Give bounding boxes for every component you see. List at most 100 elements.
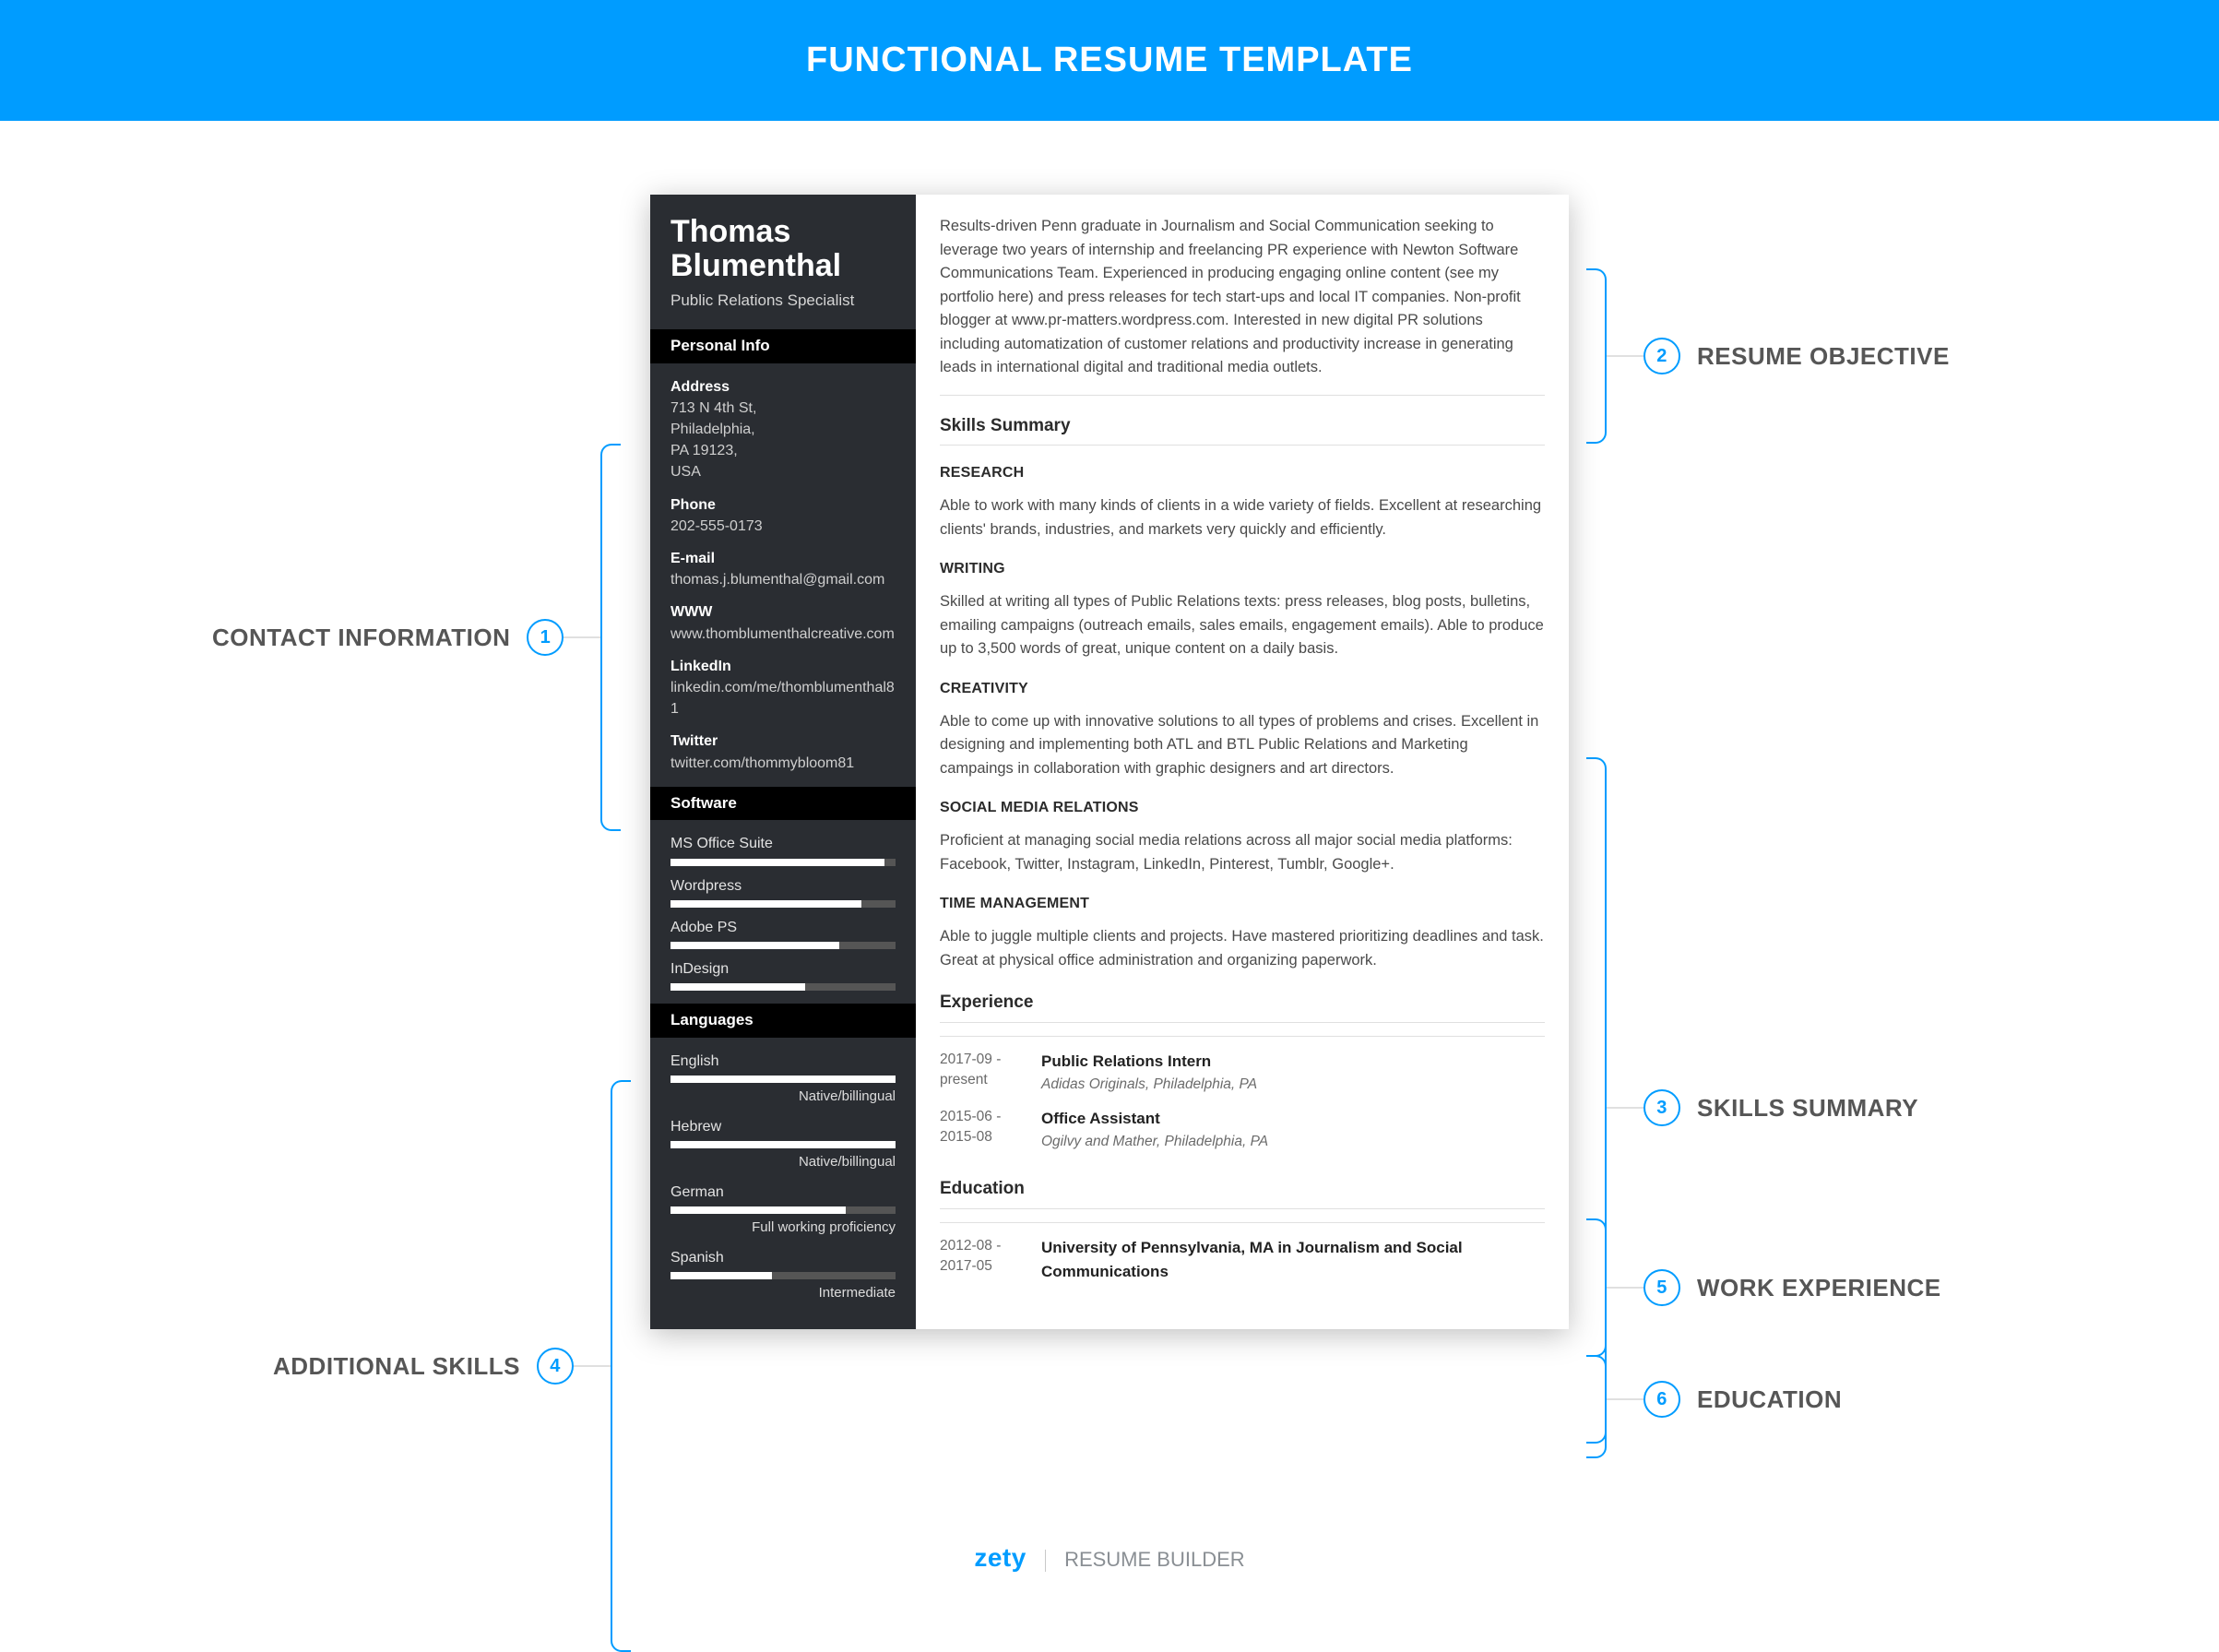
language-note: Native/billingual [670,1152,896,1172]
phone-label: Phone [670,494,896,516]
languages-list: English Native/billingual Hebrew Native/bil… [670,1051,896,1303]
experience-header: Experience [940,989,1545,1022]
skill-bar: Adobe PS [670,917,896,949]
stage: CONTACT INFORMATION 1 ADDITIONAL SKILLS … [0,121,2219,1599]
progress-bar [670,1206,896,1214]
language-bar: English Native/billingual [670,1051,896,1107]
footer-divider [1045,1550,1046,1572]
callout-label: RESUME OBJECTIVE [1697,342,1950,371]
skill-name: InDesign [670,958,896,980]
callout-number: 6 [1643,1381,1680,1418]
progress-bar [670,983,896,991]
email-label: E-mail [670,548,896,569]
language-bar: German Full working proficiency [670,1182,896,1238]
callout-line [1607,1287,1643,1289]
language-bar: Spanish Intermediate [670,1247,896,1303]
phone-value: 202-555-0173 [670,516,896,537]
address-line: PA 19123, [670,440,896,461]
callout-line [1607,1398,1643,1400]
language-bar: Hebrew Native/billingual [670,1116,896,1172]
email-value: thomas.j.blumenthal@gmail.com [670,569,896,590]
twitter-value: twitter.com/thommybloom81 [670,753,896,774]
callout-contact-information: CONTACT INFORMATION 1 [212,444,621,831]
skill-title: CREATIVITY [940,678,1545,701]
language-name: German [670,1182,896,1203]
education-date: 2012-08 - 2017-05 [940,1236,1041,1285]
skill-body: Able to come up with innovative solution… [940,710,1545,781]
resume-main: Results-driven Penn graduate in Journali… [916,195,1569,1329]
language-note: Full working proficiency [670,1218,896,1238]
skill-bar: Wordpress [670,875,896,908]
experience-date: 2017-09 - present [940,1050,1041,1096]
page-footer: zety RESUME BUILDER [0,1543,2219,1573]
linkedin-value: linkedin.com/me/thomblumenthal81 [670,677,896,719]
progress-bar [670,942,896,949]
callout-label: WORK EXPERIENCE [1697,1274,1941,1302]
skill-title: WRITING [940,558,1545,581]
footer-tagline: RESUME BUILDER [1064,1548,1245,1571]
linkedin-label: LinkedIn [670,656,896,677]
language-note: Native/billingual [670,1087,896,1107]
callout-line [564,636,600,638]
education-title: University of Pennsylvania, MA in Journa… [1041,1236,1545,1285]
language-name: Spanish [670,1247,896,1268]
banner-title: FUNCTIONAL RESUME TEMPLATE [806,41,1413,79]
callout-resume-objective: 2 RESUME OBJECTIVE [1586,268,1950,444]
address-label: Address [670,376,896,398]
callout-brace [600,444,621,831]
callout-number: 3 [1643,1089,1680,1126]
callout-brace [1586,1218,1607,1357]
skill-name: Adobe PS [670,917,896,938]
software-list: MS Office Suite Wordpress Adobe PS InDesign [670,833,896,991]
person-role: Public Relations Specialist [670,290,896,313]
skill-title: RESEARCH [940,462,1545,485]
languages-header: Languages [650,1004,916,1038]
address-line: 713 N 4th St, [670,398,896,419]
skill-bar: InDesign [670,958,896,991]
www-label: WWW [670,601,896,623]
skill-body: Skilled at writing all types of Public R… [940,590,1545,661]
callout-education: 6 EDUCATION [1586,1355,1842,1444]
education-list: 2012-08 - 2017-05University of Pennsylva… [940,1222,1545,1290]
callout-brace [1586,1355,1607,1444]
skill-body: Able to work with many kinds of clients … [940,494,1545,541]
skill-title: SOCIAL MEDIA RELATIONS [940,797,1545,820]
progress-bar [670,900,896,908]
skill-name: MS Office Suite [670,833,896,854]
twitter-label: Twitter [670,731,896,752]
progress-bar [670,1141,896,1148]
experience-list: 2017-09 - presentPublic Relations Intern… [940,1036,1545,1159]
skill-name: Wordpress [670,875,896,897]
callout-work-experience: 5 WORK EXPERIENCE [1586,1218,1941,1357]
callout-line [1607,355,1643,357]
callout-label: ADDITIONAL SKILLS [273,1352,520,1381]
callout-number: 1 [527,619,564,656]
language-name: Hebrew [670,1116,896,1137]
progress-bar [670,859,896,866]
resume-objective: Results-driven Penn graduate in Journali… [940,215,1545,396]
callout-label: SKILLS SUMMARY [1697,1094,1918,1123]
skills-list: RESEARCH Able to work with many kinds of … [940,462,1545,972]
experience-date: 2015-06 - 2015-08 [940,1107,1041,1153]
footer-brand: zety [974,1543,1026,1572]
callout-number: 4 [537,1348,574,1385]
address-line: Philadelphia, [670,419,896,440]
callout-label: EDUCATION [1697,1385,1842,1414]
experience-org: Adidas Originals, Philadelphia, PA [1041,1074,1545,1096]
experience-row: 2015-06 - 2015-08Office AssistantOgilvy … [940,1101,1545,1159]
skill-title: TIME MANAGEMENT [940,893,1545,916]
experience-row: 2017-09 - presentPublic Relations Intern… [940,1044,1545,1101]
callout-brace [1586,268,1607,444]
education-header: Education [940,1175,1545,1208]
experience-title: Public Relations Intern [1041,1050,1545,1074]
skill-bar: MS Office Suite [670,833,896,865]
callout-label: CONTACT INFORMATION [212,624,510,652]
skill-body: Able to juggle multiple clients and proj… [940,925,1545,972]
callout-number: 2 [1643,338,1680,374]
language-name: English [670,1051,896,1072]
address-line: USA [670,461,896,482]
experience-org: Ogilvy and Mather, Philadelphia, PA [1041,1131,1545,1153]
callout-line [574,1365,611,1367]
language-note: Intermediate [670,1283,896,1303]
skill-body: Proficient at managing social media rela… [940,829,1545,876]
